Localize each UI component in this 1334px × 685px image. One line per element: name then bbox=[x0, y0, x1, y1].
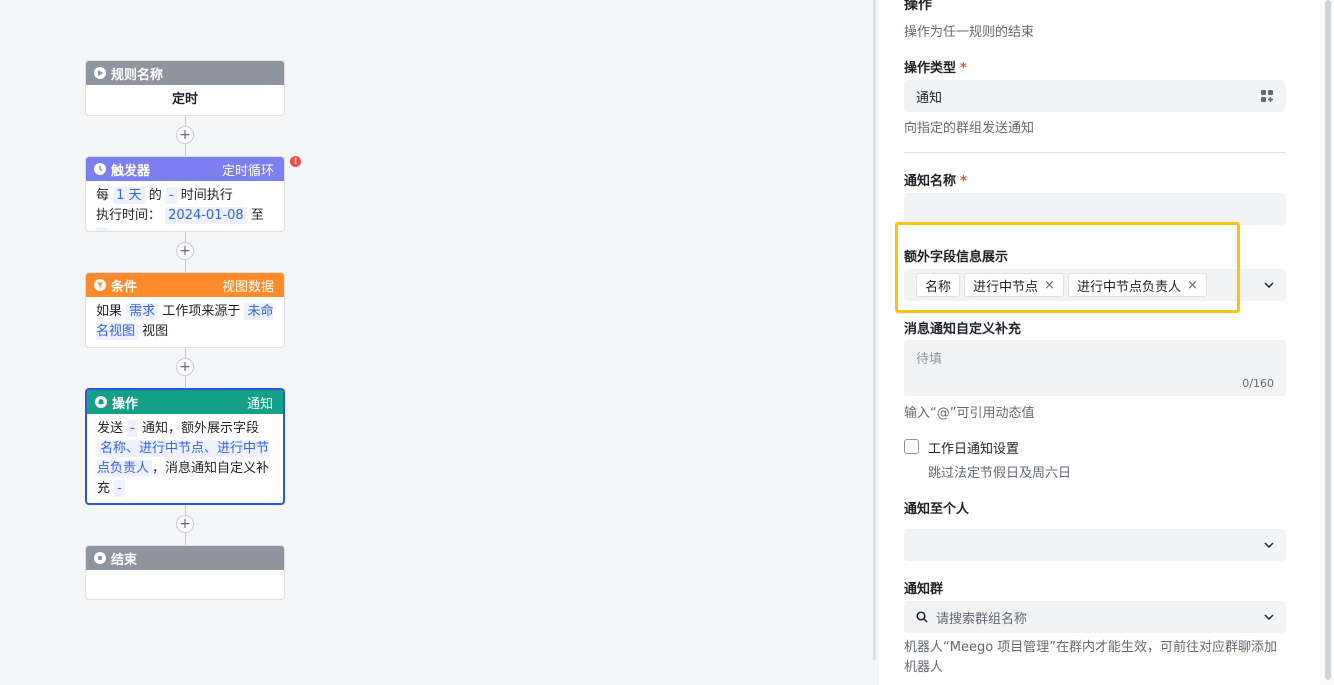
custom-msg-placeholder: 待填 bbox=[916, 352, 943, 367]
chevron-down-icon[interactable] bbox=[1264, 282, 1274, 288]
trigger-end-date-tag: - bbox=[96, 227, 107, 231]
bell-icon bbox=[95, 396, 107, 408]
close-icon[interactable]: × bbox=[1187, 278, 1198, 293]
condition-text: 视图 bbox=[142, 324, 169, 339]
notify-group-label: 通知群 bbox=[904, 582, 944, 597]
workflow-canvas[interactable]: 规则名称 定时 + 触发器 定时循环 每 1 天 的 - 时间执行 执行时间： … bbox=[0, 0, 870, 685]
trigger-text: 的 bbox=[148, 188, 162, 203]
extra-fields-multiselect[interactable]: 名称 进行中节点 × 进行中节点负责人 × bbox=[904, 269, 1286, 301]
action-custom-msg-tag: - bbox=[114, 480, 125, 497]
condition-work-item-tag: 需求 bbox=[126, 303, 159, 320]
trigger-node-header: 触发器 定时循环 bbox=[86, 157, 284, 181]
workday-hint: 跳过法定节假日及周六日 bbox=[928, 466, 1072, 481]
extra-fields-label: 额外字段信息展示 bbox=[904, 250, 1009, 265]
clock-icon bbox=[94, 163, 106, 175]
chip-label: 名称 bbox=[925, 279, 952, 295]
play-icon bbox=[94, 67, 106, 79]
chevron-down-icon[interactable] bbox=[1264, 614, 1274, 620]
section-description: 操作为任一规则的结束 bbox=[904, 25, 1035, 40]
trigger-text: 时间执行 bbox=[180, 188, 233, 203]
error-badge: ! bbox=[290, 156, 301, 167]
action-notify-tag: - bbox=[127, 420, 138, 437]
notify-name-input[interactable] bbox=[904, 193, 1286, 225]
action-type-hint: 向指定的群组发送通知 bbox=[904, 121, 1035, 136]
custom-msg-textarea[interactable]: 待填 0/160 bbox=[904, 340, 1286, 396]
search-icon bbox=[916, 611, 928, 623]
filter-icon bbox=[94, 279, 106, 291]
action-node[interactable]: 操作 通知 发送 - 通知，额外展示字段 名称、进行中节点、进行中节点负责人 ，消… bbox=[85, 388, 285, 505]
action-type-label-text: 操作类型 bbox=[904, 61, 957, 76]
close-icon[interactable]: × bbox=[1044, 278, 1055, 293]
condition-node-header: 条件 视图数据 bbox=[86, 273, 284, 297]
char-counter: 0/160 bbox=[1242, 377, 1274, 390]
action-subtitle: 通知 bbox=[246, 396, 273, 412]
rule-name-title: 规则名称 bbox=[111, 67, 164, 83]
trigger-text: 每 bbox=[96, 188, 110, 203]
action-text: 发送 bbox=[97, 421, 124, 436]
trigger-node[interactable]: 触发器 定时循环 每 1 天 的 - 时间执行 执行时间： 2024-01-08… bbox=[85, 156, 285, 232]
stop-icon bbox=[94, 552, 106, 564]
chip-label: 进行中节点 bbox=[973, 279, 1039, 295]
add-step-button[interactable]: + bbox=[176, 358, 194, 376]
notify-group-search[interactable]: 请搜索群组名称 bbox=[904, 601, 1286, 633]
condition-body: 如果 需求 工作项来源于 未命名视图 视图 bbox=[86, 297, 284, 347]
custom-msg-label: 消息通知自定义补充 bbox=[904, 322, 1022, 337]
condition-subtitle: 视图数据 bbox=[221, 279, 274, 295]
condition-node[interactable]: 条件 视图数据 如果 需求 工作项来源于 未命名视图 视图 bbox=[85, 272, 285, 348]
field-chip-name: 名称 bbox=[916, 273, 961, 297]
end-node-header: 结束 bbox=[86, 546, 284, 570]
field-chip-current-node-owner: 进行中节点负责人 × bbox=[1067, 273, 1207, 297]
action-type-select[interactable]: 通知 bbox=[904, 80, 1286, 112]
condition-text: 工作项来源于 bbox=[162, 304, 241, 319]
trigger-interval-tag: 1 天 bbox=[113, 187, 145, 204]
field-chip-current-node: 进行中节点 × bbox=[964, 273, 1064, 297]
end-node[interactable]: 结束 bbox=[85, 545, 285, 600]
trigger-time-tag: - bbox=[165, 187, 177, 204]
notify-group-placeholder: 请搜索群组名称 bbox=[936, 611, 1028, 627]
action-type-label: 操作类型 * bbox=[904, 57, 967, 76]
custom-msg-hint: 输入“@”可引用动态值 bbox=[904, 406, 1035, 421]
add-step-button[interactable]: + bbox=[176, 515, 194, 533]
workday-checkbox[interactable] bbox=[904, 439, 919, 454]
add-step-button[interactable]: + bbox=[176, 126, 194, 144]
add-step-button[interactable]: + bbox=[176, 242, 194, 260]
action-body: 发送 - 通知，额外展示字段 名称、进行中节点、进行中节点负责人 ，消息通知自定义… bbox=[87, 414, 283, 503]
trigger-body: 每 1 天 的 - 时间执行 执行时间： 2024-01-08 至 - bbox=[86, 181, 284, 231]
required-mark: * bbox=[960, 174, 967, 189]
condition-text: 如果 bbox=[96, 304, 123, 319]
trigger-text: 执行时间： bbox=[96, 208, 162, 223]
notify-name-label: 通知名称 * bbox=[904, 170, 967, 189]
grid-plus-icon[interactable] bbox=[1260, 89, 1274, 103]
rule-name-node-header: 规则名称 bbox=[86, 61, 284, 85]
action-title: 操作 bbox=[112, 396, 139, 412]
action-text: 通知，额外展示字段 bbox=[142, 421, 260, 436]
condition-title: 条件 bbox=[111, 279, 138, 295]
rule-name-value: 定时 bbox=[171, 92, 198, 107]
scrollbar-thumb[interactable] bbox=[1325, 0, 1331, 680]
workday-label[interactable]: 工作日通知设置 bbox=[928, 438, 1019, 457]
panel-resizer[interactable] bbox=[870, 0, 879, 685]
end-title: 结束 bbox=[111, 552, 138, 568]
notify-person-label: 通知至个人 bbox=[904, 502, 970, 517]
action-type-value: 通知 bbox=[916, 90, 943, 106]
section-title: 操作 bbox=[904, 0, 932, 13]
divider bbox=[904, 152, 1286, 153]
notify-name-label-text: 通知名称 bbox=[904, 174, 957, 189]
trigger-start-date-tag: 2024-01-08 bbox=[165, 207, 247, 224]
trigger-subtitle: 定时循环 bbox=[221, 163, 274, 179]
chip-label: 进行中节点负责人 bbox=[1076, 279, 1181, 295]
notify-person-select[interactable] bbox=[904, 529, 1286, 561]
action-node-header: 操作 通知 bbox=[87, 390, 283, 414]
action-config-panel: 操作 操作为任一规则的结束 操作类型 * 通知 向指定的群组发送通知 通知名称 * … bbox=[879, 0, 1320, 685]
chevron-down-icon[interactable] bbox=[1264, 542, 1274, 548]
trigger-text: 至 bbox=[250, 208, 264, 223]
required-mark: * bbox=[960, 61, 967, 76]
trigger-title: 触发器 bbox=[111, 163, 151, 179]
notify-group-hint: 机器人“Meego 项目管理”在群内才能生效，可前往对应群聊添加机器人 bbox=[904, 640, 1278, 675]
rule-name-node[interactable]: 规则名称 定时 bbox=[85, 60, 285, 116]
